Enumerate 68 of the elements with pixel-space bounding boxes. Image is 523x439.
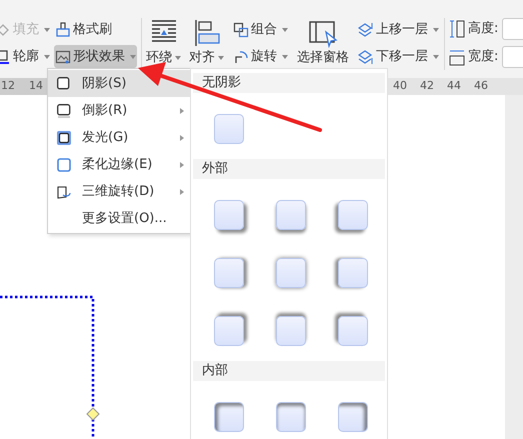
section-header: 内部 bbox=[193, 361, 385, 381]
shadow-preset[interactable] bbox=[338, 258, 368, 288]
ribbon-button[interactable]: 环绕 bbox=[146, 18, 181, 67]
shadow-preset[interactable] bbox=[338, 200, 368, 230]
caret-icon bbox=[44, 54, 50, 58]
ruler-number: 42 bbox=[420, 78, 434, 94]
menu-item[interactable]: 柔化边缘(E) bbox=[48, 151, 190, 178]
shadow-preset[interactable] bbox=[214, 200, 244, 230]
rotate-icon bbox=[233, 48, 249, 64]
ruler-number: 12 bbox=[1, 78, 15, 94]
ribbon-button[interactable]: 对齐 bbox=[189, 18, 224, 67]
ruler-number: 40 bbox=[393, 78, 407, 94]
send-backward-icon bbox=[358, 48, 374, 64]
ribbon-button[interactable]: 组合 bbox=[232, 18, 289, 41]
shadow-preset[interactable] bbox=[276, 200, 306, 230]
menu-item[interactable]: 更多设置(O)... bbox=[48, 205, 190, 232]
shadow-preset[interactable] bbox=[338, 316, 368, 346]
ribbon-button[interactable]: 旋转 bbox=[232, 45, 289, 68]
shadow-preset[interactable] bbox=[214, 402, 244, 432]
size-field[interactable] bbox=[502, 18, 523, 40]
ribbon-button[interactable]: 下移一层 bbox=[357, 45, 440, 68]
ruler-number: 14 bbox=[29, 78, 43, 94]
caret-icon bbox=[282, 54, 288, 58]
reflection-square-icon bbox=[57, 104, 71, 118]
group-shapes-icon bbox=[233, 22, 249, 38]
caret-icon bbox=[282, 28, 288, 32]
caret-icon bbox=[433, 28, 439, 32]
rotate-3d-icon bbox=[57, 184, 71, 198]
field-label: 宽度: bbox=[468, 48, 498, 66]
ribbon-button[interactable]: 格式刷 bbox=[54, 18, 137, 41]
menu-item[interactable]: 发光(G) bbox=[48, 124, 190, 151]
format-brush-icon bbox=[55, 22, 71, 38]
menu-item[interactable]: 三维旋转(D) bbox=[48, 178, 190, 205]
ruler-number: 44 bbox=[447, 78, 461, 94]
shadow-preset[interactable] bbox=[214, 258, 244, 288]
caret-icon bbox=[44, 28, 50, 32]
caret-icon bbox=[218, 56, 224, 60]
shadow-square-icon bbox=[57, 76, 71, 90]
size-field[interactable] bbox=[502, 46, 523, 68]
section-header: 外部 bbox=[193, 159, 385, 179]
shadow-preset[interactable] bbox=[276, 316, 306, 346]
image-effects-icon bbox=[55, 48, 71, 64]
ribbon-button[interactable]: 上移一层 bbox=[357, 18, 440, 41]
ribbon-button[interactable]: 形状效果 bbox=[54, 45, 137, 68]
ruler-number: 46 bbox=[474, 78, 488, 94]
menu-item[interactable]: 阴影(S) bbox=[48, 70, 190, 97]
shadow-preset[interactable] bbox=[214, 316, 244, 346]
caret-icon bbox=[175, 56, 181, 60]
glow-square-icon bbox=[57, 130, 71, 144]
submenu-arrow-icon bbox=[180, 108, 184, 114]
caret-icon bbox=[433, 54, 439, 58]
ribbon-button[interactable]: 选择窗格 bbox=[297, 18, 349, 67]
width-icon bbox=[449, 48, 465, 66]
shadow-preset[interactable] bbox=[276, 402, 306, 432]
submenu-arrow-icon bbox=[180, 188, 184, 194]
soft-edge-square-icon bbox=[57, 158, 71, 172]
submenu-arrow-icon bbox=[180, 162, 184, 168]
height-icon bbox=[449, 20, 465, 38]
ribbon-button[interactable]: 轮廓 bbox=[0, 45, 51, 68]
field-label: 高度: bbox=[468, 20, 498, 38]
submenu-arrow-icon bbox=[180, 134, 184, 140]
menu-item[interactable]: 倒影(R) bbox=[48, 97, 190, 124]
bring-forward-icon bbox=[358, 22, 374, 38]
caret-icon bbox=[130, 54, 136, 58]
shadow-preset[interactable] bbox=[214, 114, 244, 144]
shadow-preset[interactable] bbox=[276, 258, 306, 288]
section-header: 无阴影 bbox=[193, 73, 385, 93]
shadow-preset[interactable] bbox=[338, 402, 368, 432]
